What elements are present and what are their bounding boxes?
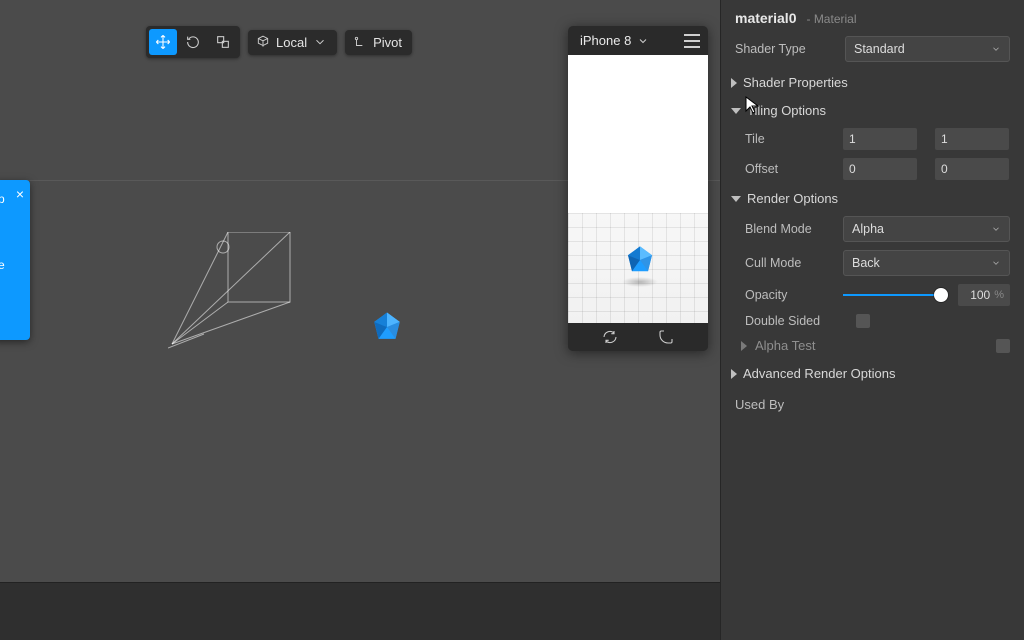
- inspector-header: material0 - Material: [721, 0, 1024, 30]
- triangle-down-icon: [731, 108, 741, 114]
- offset-x-input[interactable]: 0: [843, 158, 917, 180]
- chevron-down-icon: [991, 258, 1001, 268]
- scale-tool-button[interactable]: [209, 29, 237, 55]
- chevron-down-icon: [991, 44, 1001, 54]
- rotate-device-icon[interactable]: [658, 329, 674, 345]
- cull-mode-select[interactable]: Back: [843, 250, 1010, 276]
- shader-type-value: Standard: [854, 42, 905, 56]
- device-screen: [568, 55, 708, 323]
- viewport-area[interactable]: Local Pivot × p l e: [0, 0, 720, 640]
- opacity-slider[interactable]: [843, 286, 948, 304]
- pivot-mode-button[interactable]: Pivot: [345, 30, 412, 55]
- section-shader-properties-label: Shader Properties: [743, 75, 848, 90]
- triangle-right-icon: [731, 369, 737, 379]
- cull-mode-row: Cull Mode Back: [721, 246, 1024, 280]
- section-alpha-test-label: Alpha Test: [755, 338, 815, 353]
- tile-x-input[interactable]: 1: [843, 128, 917, 150]
- gizmo-tool-group: [146, 26, 240, 58]
- material-name: material0: [735, 10, 796, 26]
- material-type-label: - Material: [806, 12, 856, 26]
- section-render-options-label: Render Options: [747, 191, 838, 206]
- section-alpha-test[interactable]: Alpha Test: [721, 332, 1024, 359]
- cube-icon: [256, 35, 270, 49]
- offset-label: Offset: [745, 162, 833, 176]
- section-render-options[interactable]: Render Options: [721, 184, 1024, 212]
- rotate-icon: [185, 34, 201, 50]
- timeline-strip[interactable]: [0, 582, 720, 640]
- tile-label: Tile: [745, 132, 833, 146]
- device-preview-header: iPhone 8: [568, 26, 708, 55]
- double-sided-label: Double Sided: [745, 314, 820, 328]
- coordinate-space-dropdown[interactable]: Local: [248, 30, 337, 55]
- section-tiling-options[interactable]: Tiling Options: [721, 96, 1024, 124]
- triangle-down-icon: [731, 196, 741, 202]
- viewport-canvas[interactable]: Local Pivot × p l e: [0, 0, 720, 640]
- move-icon: [155, 34, 171, 50]
- offset-row: Offset 0 0: [721, 154, 1024, 184]
- used-by-section: Used By: [721, 387, 1024, 422]
- coordinate-space-label: Local: [276, 35, 307, 50]
- chevron-down-icon: [991, 224, 1001, 234]
- cull-mode-label: Cull Mode: [745, 256, 833, 270]
- info-panel: × p l e: [0, 180, 30, 340]
- info-text-3: e: [0, 256, 24, 274]
- double-sided-row: Double Sided: [721, 310, 1024, 332]
- opacity-value-input[interactable]: 100 %: [958, 284, 1010, 306]
- offset-y-input[interactable]: 0: [935, 158, 1009, 180]
- device-preview-footer: [568, 323, 708, 351]
- shader-type-row: Shader Type Standard: [721, 30, 1024, 68]
- polyhedron-icon: [370, 310, 404, 344]
- cull-mode-value: Back: [852, 256, 880, 270]
- blend-mode-label: Blend Mode: [745, 222, 833, 236]
- opacity-label: Opacity: [745, 288, 833, 302]
- move-tool-button[interactable]: [149, 29, 177, 55]
- double-sided-checkbox[interactable]: [856, 314, 870, 328]
- tile-y-input[interactable]: 1: [935, 128, 1009, 150]
- rotate-tool-button[interactable]: [179, 29, 207, 55]
- scale-icon: [215, 34, 231, 50]
- used-by-label: Used By: [735, 397, 784, 412]
- shader-type-label: Shader Type: [735, 42, 835, 56]
- triangle-right-icon: [741, 341, 747, 351]
- chevron-down-icon: [313, 35, 327, 49]
- camera-gizmo: [168, 232, 298, 352]
- refresh-icon[interactable]: [602, 329, 618, 345]
- section-advanced-render-label: Advanced Render Options: [743, 366, 895, 381]
- preview-object: [624, 244, 656, 279]
- pivot-icon: [353, 35, 367, 49]
- device-preview-panel: iPhone 8: [568, 26, 708, 351]
- tile-row: Tile 1 1: [721, 124, 1024, 154]
- blend-mode-value: Alpha: [852, 222, 884, 236]
- pivot-mode-label: Pivot: [373, 35, 402, 50]
- toolbar: Local Pivot: [146, 26, 412, 58]
- hamburger-menu-button[interactable]: [684, 34, 700, 48]
- section-advanced-render[interactable]: Advanced Render Options: [721, 359, 1024, 387]
- section-shader-properties[interactable]: Shader Properties: [721, 68, 1024, 96]
- triangle-right-icon: [731, 78, 737, 88]
- info-text-2: l: [0, 238, 24, 256]
- shader-type-select[interactable]: Standard: [845, 36, 1010, 62]
- scene-object[interactable]: [370, 310, 404, 347]
- close-icon[interactable]: ×: [16, 184, 24, 205]
- alpha-test-checkbox[interactable]: [996, 339, 1010, 353]
- device-name-label[interactable]: iPhone 8: [580, 33, 631, 48]
- opacity-row: Opacity 100 %: [721, 280, 1024, 310]
- inspector-panel: material0 - Material Shader Type Standar…: [720, 0, 1024, 640]
- chevron-down-icon[interactable]: [637, 35, 649, 47]
- blend-mode-row: Blend Mode Alpha: [721, 212, 1024, 246]
- blend-mode-select[interactable]: Alpha: [843, 216, 1010, 242]
- cursor-icon: [745, 96, 759, 114]
